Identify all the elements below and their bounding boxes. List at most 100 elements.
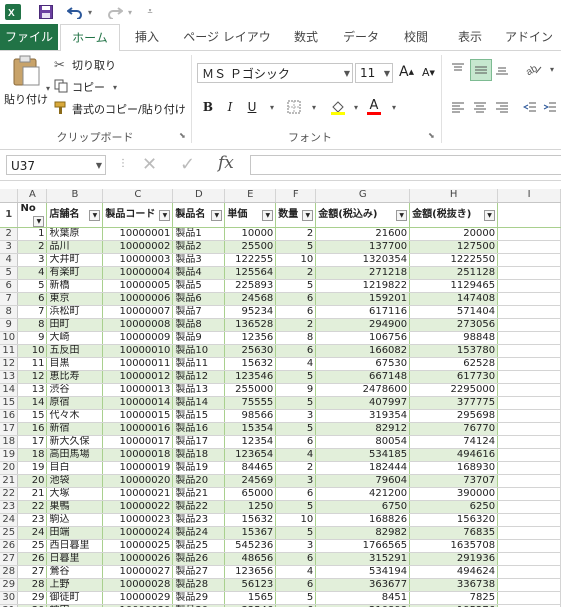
formula-input[interactable]: [250, 155, 561, 175]
table-cell[interactable]: 製品6: [172, 292, 226, 306]
table-cell[interactable]: 667148: [315, 370, 411, 384]
table-cell[interactable]: 製品3: [172, 253, 226, 267]
table-cell[interactable]: 6: [275, 305, 317, 319]
table-cell[interactable]: 5: [275, 591, 317, 605]
row-header[interactable]: 1: [0, 202, 19, 228]
table-cell[interactable]: 24: [17, 526, 48, 540]
table-cell[interactable]: 15367: [224, 526, 277, 540]
increase-indent-button[interactable]: [540, 97, 560, 117]
empty-cell[interactable]: [497, 266, 561, 280]
table-cell[interactable]: 新橋: [46, 279, 104, 293]
table-cell[interactable]: 363677: [315, 578, 411, 592]
table-cell[interactable]: 製品25: [172, 539, 226, 553]
table-cell[interactable]: 407997: [315, 396, 411, 410]
filter-dropdown-icon[interactable]: ▼: [89, 209, 101, 221]
row-header[interactable]: 12: [0, 357, 19, 371]
table-cell[interactable]: 494616: [409, 448, 499, 462]
table-cell[interactable]: 5: [275, 422, 317, 436]
table-cell[interactable]: 5: [17, 279, 48, 293]
table-cell[interactable]: 2: [275, 318, 317, 332]
table-cell[interactable]: 84465: [224, 461, 277, 475]
table-cell[interactable]: 新大久保: [46, 435, 104, 449]
table-cell[interactable]: 153780: [409, 344, 499, 358]
table-cell[interactable]: 28: [17, 578, 48, 592]
filter-dropdown-icon[interactable]: ▼: [262, 209, 274, 221]
name-box[interactable]: U37 ▼: [6, 155, 106, 175]
table-cell[interactable]: 10000028: [102, 578, 174, 592]
row-header[interactable]: 21: [0, 474, 19, 488]
table-cell[interactable]: 製品23: [172, 513, 226, 527]
table-cell[interactable]: 73707: [409, 474, 499, 488]
table-cell[interactable]: 16: [17, 422, 48, 436]
row-header[interactable]: 15: [0, 396, 19, 410]
empty-cell[interactable]: [497, 396, 561, 410]
filter-dropdown-icon[interactable]: ▼: [33, 215, 45, 226]
table-cell[interactable]: 25630: [224, 344, 277, 358]
table-header-cell[interactable]: 金額(税抜き) ▼: [409, 202, 499, 228]
empty-cell[interactable]: [497, 227, 561, 241]
table-cell[interactable]: 製品12: [172, 370, 226, 384]
table-cell[interactable]: 大崎: [46, 331, 104, 345]
table-cell[interactable]: 製品16: [172, 422, 226, 436]
table-cell[interactable]: 4: [275, 565, 317, 579]
table-cell[interactable]: 98566: [224, 409, 277, 423]
table-cell[interactable]: 82982: [315, 526, 411, 540]
orientation-dropdown-icon[interactable]: ▾: [542, 59, 561, 79]
row-header[interactable]: 18: [0, 435, 19, 449]
row-header[interactable]: 8: [0, 305, 19, 319]
worksheet-grid[interactable]: A B C D E F G H I 1 No ▼ 店舗名 ▼ 製品コード ▼ 製品名 ▼…: [0, 189, 561, 607]
table-cell[interactable]: 5: [275, 396, 317, 410]
enter-icon[interactable]: ✓: [180, 154, 195, 175]
table-cell[interactable]: 製品27: [172, 565, 226, 579]
table-cell[interactable]: 4: [17, 266, 48, 280]
table-cell[interactable]: 336738: [409, 578, 499, 592]
empty-cell[interactable]: [497, 370, 561, 384]
table-cell[interactable]: 10000024: [102, 526, 174, 540]
empty-cell[interactable]: [497, 279, 561, 293]
table-cell[interactable]: 48656: [224, 552, 277, 566]
table-cell[interactable]: 65000: [224, 487, 277, 501]
table-cell[interactable]: 池袋: [46, 474, 104, 488]
tab-data[interactable]: データ: [336, 24, 386, 50]
filter-dropdown-icon[interactable]: ▼: [302, 209, 314, 221]
table-cell[interactable]: 有楽町: [46, 266, 104, 280]
column-header[interactable]: I: [497, 189, 561, 203]
table-cell[interactable]: 製品19: [172, 461, 226, 475]
table-cell[interactable]: 1: [17, 227, 48, 241]
table-cell[interactable]: 巣鴨: [46, 500, 104, 514]
table-cell[interactable]: 15632: [224, 513, 277, 527]
table-cell[interactable]: 24568: [224, 292, 277, 306]
column-header[interactable]: G: [315, 189, 411, 203]
table-cell[interactable]: 10000003: [102, 253, 174, 267]
empty-cell[interactable]: [497, 240, 561, 254]
table-cell[interactable]: 168930: [409, 461, 499, 475]
table-cell[interactable]: 10000027: [102, 565, 174, 579]
empty-cell[interactable]: [497, 539, 561, 553]
table-cell[interactable]: 3: [275, 409, 317, 423]
table-cell[interactable]: 10000021: [102, 487, 174, 501]
table-cell[interactable]: 鶯谷: [46, 565, 104, 579]
table-cell[interactable]: 浜松町: [46, 305, 104, 319]
table-cell[interactable]: 10: [275, 253, 317, 267]
table-cell[interactable]: 80054: [315, 435, 411, 449]
table-cell[interactable]: 15632: [224, 357, 277, 371]
table-cell[interactable]: 製品7: [172, 305, 226, 319]
select-all-corner[interactable]: [0, 189, 19, 203]
empty-cell[interactable]: [497, 500, 561, 514]
grow-font-button[interactable]: A ▲: [399, 64, 414, 80]
table-cell[interactable]: 6: [275, 578, 317, 592]
table-header-cell[interactable]: 製品コード ▼: [102, 202, 174, 228]
empty-cell[interactable]: [497, 344, 561, 358]
table-cell[interactable]: 駒込: [46, 513, 104, 527]
empty-cell[interactable]: [497, 578, 561, 592]
filter-dropdown-icon[interactable]: ▼: [484, 209, 496, 221]
table-cell[interactable]: 14: [17, 396, 48, 410]
align-left-button[interactable]: [448, 97, 468, 117]
table-cell[interactable]: 7825: [409, 591, 499, 605]
table-cell[interactable]: 9: [275, 383, 317, 397]
table-cell[interactable]: 67530: [315, 357, 411, 371]
table-cell[interactable]: 166082: [315, 344, 411, 358]
row-header[interactable]: 30: [0, 591, 19, 605]
table-header-cell[interactable]: 製品名 ▼: [172, 202, 226, 228]
table-cell[interactable]: 2: [275, 227, 317, 241]
